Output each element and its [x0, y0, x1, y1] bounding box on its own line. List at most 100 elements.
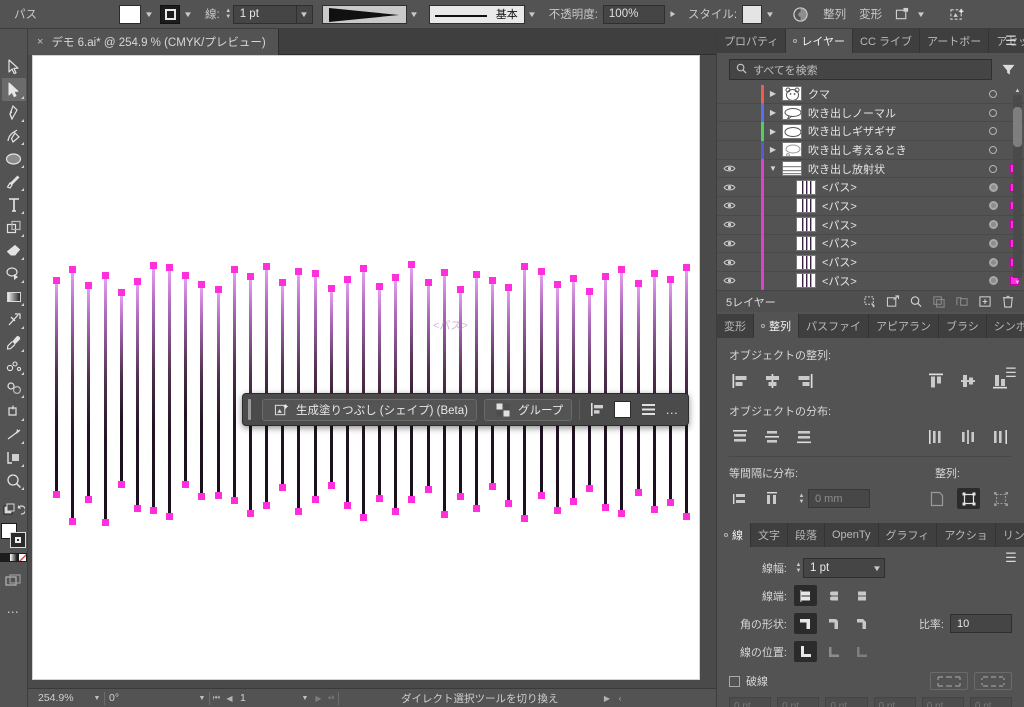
- layers-list[interactable]: ▲ ▼ ▶ クマ ▶ 吹き出しノーマル ▶ 吹き出しギザギザ ▶ 吹き出し考えるとき ▼ 吹き出し…: [717, 85, 1024, 290]
- opacity-expand-icon[interactable]: [663, 7, 682, 22]
- anchor-point-top[interactable]: [263, 263, 270, 270]
- layer-row[interactable]: <パス>: [717, 177, 1024, 198]
- dash-value-input[interactable]: 0 pt: [825, 697, 868, 707]
- fill-swatch-button[interactable]: [614, 401, 632, 418]
- tab-transform[interactable]: 変形: [717, 314, 754, 338]
- selection-tool[interactable]: [2, 55, 26, 78]
- anchor-point-top[interactable]: [198, 281, 205, 288]
- eyedropper-tool[interactable]: [2, 331, 26, 354]
- artwork-path-bar[interactable]: [166, 264, 173, 520]
- anchor-point-bottom[interactable]: [279, 484, 286, 491]
- anchor-point-top[interactable]: [683, 264, 690, 271]
- align-to-key-object-icon[interactable]: [957, 488, 980, 509]
- tab-brushes[interactable]: ブラシ: [939, 314, 987, 338]
- none-swatch-icon[interactable]: [18, 553, 27, 562]
- color-mode-swatches[interactable]: [0, 553, 27, 562]
- prev-icon[interactable]: ‹: [614, 694, 627, 703]
- rotation-caret-icon[interactable]: ▼: [195, 695, 209, 702]
- anchor-point-top[interactable]: [134, 278, 141, 285]
- slice-tool[interactable]: [2, 400, 26, 423]
- prev-artboard-icon[interactable]: ◀: [223, 694, 236, 703]
- visibility-toggle-icon[interactable]: [717, 220, 741, 229]
- anchor-point-bottom[interactable]: [376, 495, 383, 502]
- artwork-path-bar[interactable]: [118, 289, 125, 488]
- anchor-point-top[interactable]: [360, 265, 367, 272]
- anchor-point-top[interactable]: [505, 284, 512, 291]
- filter-icon[interactable]: [1000, 64, 1016, 76]
- align-right-icon[interactable]: [793, 370, 816, 391]
- anchor-point-bottom[interactable]: [473, 505, 480, 512]
- anchor-point-bottom[interactable]: [182, 481, 189, 488]
- visibility-toggle-icon[interactable]: [717, 183, 741, 192]
- contextual-toolbar[interactable]: 生成塗りつぶし (シェイプ) (Beta) グループ …: [242, 393, 689, 426]
- layers-panel-menu-icon[interactable]: ☰: [998, 29, 1024, 53]
- distribute-vertical-space-icon[interactable]: [729, 488, 752, 509]
- distribute-horizontal-space-icon[interactable]: [761, 488, 784, 509]
- locate-object-icon[interactable]: [859, 292, 880, 312]
- document-tab[interactable]: × デモ 6.ai* @ 254.9 % (CMYK/プレビュー): [28, 29, 279, 55]
- target-indicator[interactable]: [982, 108, 1004, 117]
- stroke-panel-menu-icon[interactable]: ☰: [998, 546, 1024, 570]
- anchor-point-top[interactable]: [295, 268, 302, 275]
- anchor-point-bottom[interactable]: [53, 491, 60, 498]
- stroke-outside-icon[interactable]: [850, 641, 873, 662]
- anchor-point-top[interactable]: [618, 266, 625, 273]
- anchor-point-top[interactable]: [150, 262, 157, 269]
- anchor-point-bottom[interactable]: [683, 513, 690, 520]
- canvas-area[interactable]: <パス>: [28, 55, 716, 688]
- curvature-tool[interactable]: [2, 124, 26, 147]
- chevron-down-icon[interactable]: [869, 559, 884, 578]
- target-indicator[interactable]: [982, 127, 1004, 136]
- fill-caret-icon[interactable]: [141, 5, 156, 24]
- spacing-stepper[interactable]: ▲ ▼: [797, 490, 806, 507]
- artwork-path-bar[interactable]: [198, 281, 205, 500]
- align-panel-menu-icon[interactable]: ☰: [998, 361, 1024, 385]
- artwork-path-bar[interactable]: [408, 261, 415, 503]
- direct-selection-tool[interactable]: [1, 78, 26, 101]
- anchor-point-top[interactable]: [312, 270, 319, 277]
- free-transform-tool[interactable]: [2, 216, 26, 239]
- release-to-layers-icon[interactable]: [882, 292, 903, 312]
- round-cap-icon[interactable]: [822, 585, 845, 606]
- projecting-cap-icon[interactable]: [850, 585, 873, 606]
- gradient-swatch-icon[interactable]: [9, 553, 18, 562]
- perspective-grid-tool[interactable]: [2, 423, 26, 446]
- anchor-point-bottom[interactable]: [538, 492, 545, 499]
- stroke-swatch[interactable]: [160, 4, 180, 24]
- dash-preserve-exact-icon[interactable]: [930, 672, 968, 690]
- round-join-icon[interactable]: [822, 613, 845, 634]
- artboard-number-input[interactable]: 1: [236, 690, 298, 706]
- layer-row[interactable]: ▶ 吹き出し考えるとき: [717, 140, 1024, 160]
- last-artboard-icon[interactable]: ⏯: [325, 693, 338, 703]
- variable-width-profile-preview[interactable]: [321, 4, 407, 24]
- artwork-path-bar[interactable]: [570, 275, 577, 505]
- anchor-point-top[interactable]: [344, 276, 351, 283]
- anchor-point-bottom[interactable]: [344, 502, 351, 509]
- layers-scrollbar[interactable]: ▲ ▼: [1013, 88, 1022, 286]
- symbol-sprayer-tool[interactable]: [2, 354, 26, 377]
- image-trace-icon[interactable]: [946, 3, 968, 25]
- anchor-point-bottom[interactable]: [505, 500, 512, 507]
- layer-row[interactable]: <パス>: [717, 196, 1024, 216]
- transform-menu-button[interactable]: 変形: [859, 6, 882, 22]
- stroke-weight-combo[interactable]: 1 pt: [232, 4, 313, 24]
- anchor-point-top[interactable]: [85, 282, 92, 289]
- anchor-point-bottom[interactable]: [198, 493, 205, 500]
- recolor-artwork-icon[interactable]: [789, 3, 811, 25]
- anchor-point-bottom[interactable]: [312, 496, 319, 503]
- tab-pathfinder[interactable]: パスファイ: [799, 314, 869, 338]
- chevron-down-icon[interactable]: ▼: [764, 164, 782, 173]
- anchor-point-bottom[interactable]: [215, 492, 222, 499]
- artwork-path-bar[interactable]: [473, 271, 480, 512]
- tab-links[interactable]: リンク: [996, 523, 1024, 547]
- edit-toolbar-row[interactable]: [2, 498, 26, 521]
- anchor-point-top[interactable]: [166, 264, 173, 271]
- delete-layer-icon[interactable]: [997, 292, 1018, 312]
- type-tool[interactable]: [2, 193, 26, 216]
- eraser-tool[interactable]: [2, 239, 26, 262]
- play-icon[interactable]: ▶: [601, 694, 614, 703]
- stroke-weight-stepper[interactable]: ▲ ▼: [224, 6, 233, 23]
- anchor-point-bottom[interactable]: [586, 485, 593, 492]
- anchor-point-top[interactable]: [392, 274, 399, 281]
- anchor-point-top[interactable]: [182, 272, 189, 279]
